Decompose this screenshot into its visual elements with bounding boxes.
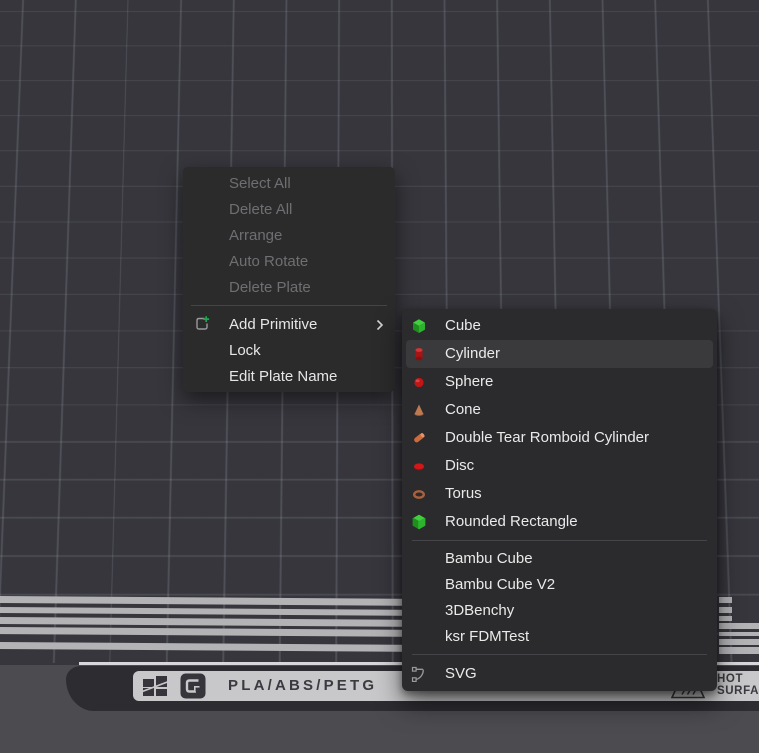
submenu-item-sphere[interactable]: Sphere xyxy=(406,368,713,396)
submenu-item-cylinder[interactable]: Cylinder xyxy=(406,340,713,368)
submenu-item-icon-slot xyxy=(411,603,427,619)
menu-separator xyxy=(191,305,387,306)
menu-item-lock[interactable]: Lock xyxy=(183,337,395,363)
cube-icon xyxy=(411,318,427,334)
bambu-lab-logo-icon xyxy=(142,675,169,697)
context-menu: Select All Delete All Arrange Auto Rotat… xyxy=(183,167,395,392)
submenu-item-cube[interactable]: Cube xyxy=(406,312,713,340)
disc-icon xyxy=(411,458,427,474)
torus-icon xyxy=(411,486,427,502)
cone-icon xyxy=(411,402,427,418)
rounded-rectangle-icon xyxy=(411,514,427,530)
submenu-item-cone[interactable]: Cone xyxy=(406,396,713,424)
submenu-separator xyxy=(412,654,707,655)
svg-curve-icon xyxy=(411,666,427,682)
submenu-separator xyxy=(412,540,707,541)
submenu-item-3dbenchy[interactable]: 3DBenchy xyxy=(406,598,713,624)
submenu-item-icon-slot xyxy=(411,577,427,593)
menu-item-auto-rotate: Auto Rotate xyxy=(183,248,395,274)
submenu-item-disc[interactable]: Disc xyxy=(406,452,713,480)
submenu-item-rounded-rectangle[interactable]: Rounded Rectangle xyxy=(406,508,713,536)
menu-item-arrange: Arrange xyxy=(183,222,395,248)
submenu-item-bambu-cube-v2[interactable]: Bambu Cube V2 xyxy=(406,572,713,598)
plate-logos xyxy=(142,673,206,699)
menu-item-add-primitive[interactable]: Add Primitive xyxy=(183,311,395,337)
submenu-item-double-tear-romboid-cylinder[interactable]: Double Tear Romboid Cylinder xyxy=(406,424,713,452)
add-primitive-submenu: Cube Cylinder Sphere xyxy=(402,309,717,691)
plate-stripe xyxy=(719,623,759,629)
submenu-item-bambu-cube[interactable]: Bambu Cube xyxy=(406,546,713,572)
submenu-item-icon-slot xyxy=(411,551,427,567)
submenu-item-torus[interactable]: Torus xyxy=(406,480,713,508)
cylinder-icon xyxy=(411,346,427,362)
bambu-studio-logo-icon xyxy=(180,673,206,699)
plate-stripe xyxy=(719,597,732,603)
double-tear-romboid-cylinder-icon xyxy=(411,430,427,446)
plate-stripe xyxy=(719,632,759,637)
plate-stripe xyxy=(719,616,732,622)
plate-material-label: PLA/ABS/PETG xyxy=(228,677,377,694)
menu-item-delete-all: Delete All xyxy=(183,196,395,222)
add-primitive-icon xyxy=(193,315,229,333)
plate-stripe xyxy=(719,607,732,613)
chevron-right-icon xyxy=(376,318,384,336)
menu-item-delete-plate: Delete Plate xyxy=(183,274,395,300)
submenu-item-ksr-fdmtest[interactable]: ksr FDMTest xyxy=(406,624,713,650)
menu-item-select-all: Select All xyxy=(183,170,395,196)
hot-surface-warning-text: HOT SURFACE xyxy=(717,673,759,697)
submenu-item-icon-slot xyxy=(411,629,427,645)
plate-stripe xyxy=(719,647,759,654)
sphere-icon xyxy=(411,374,427,390)
plate-stripe xyxy=(719,639,759,645)
plate-stripes-left xyxy=(0,0,719,75)
viewport-3d[interactable]: PLA/ABS/PETG HOT SURFACE Select All Dele… xyxy=(0,0,759,753)
menu-item-edit-plate-name[interactable]: Edit Plate Name xyxy=(183,363,395,389)
submenu-item-svg[interactable]: SVG xyxy=(406,660,713,688)
plate-stripes-right xyxy=(719,0,759,80)
